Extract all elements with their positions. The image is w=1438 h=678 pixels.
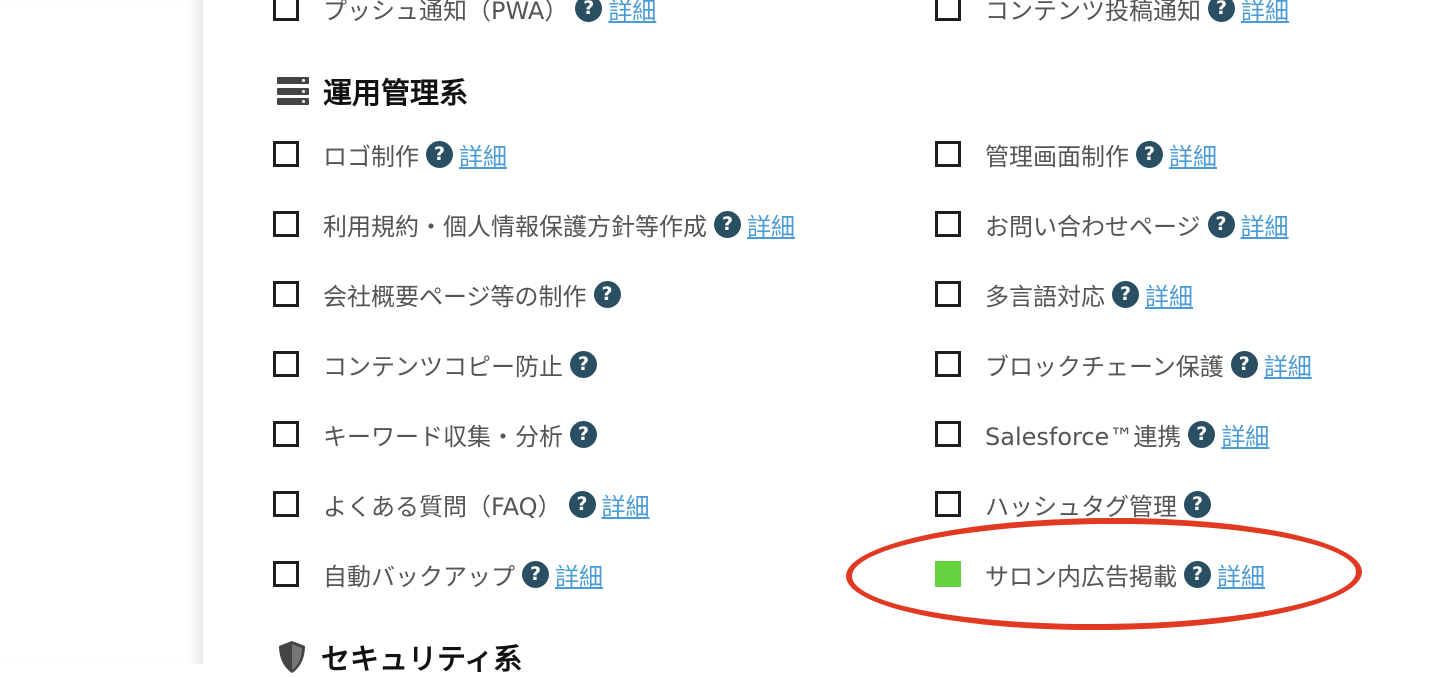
option-salon-ads[interactable]: サロン内広告掲載 ? 詳細: [935, 554, 1265, 594]
help-icon[interactable]: ?: [593, 280, 621, 308]
detail-link[interactable]: 詳細: [602, 487, 650, 522]
option-label: 管理画面制作: [985, 142, 1129, 171]
option-blockchain-protection[interactable]: ブロックチェーン保護 ? 詳細: [935, 344, 1312, 384]
option-label: Salesforce™連携: [985, 422, 1182, 451]
section-title: 運用管理系: [323, 76, 469, 110]
checkbox[interactable]: [273, 0, 299, 21]
server-icon: [277, 77, 309, 105]
option-contact-page[interactable]: お問い合わせページ ? 詳細: [935, 204, 1289, 244]
detail-link[interactable]: 詳細: [608, 0, 656, 26]
checkbox[interactable]: [273, 281, 299, 307]
checkbox[interactable]: [935, 211, 961, 237]
detail-link[interactable]: 詳細: [1217, 557, 1265, 592]
help-icon[interactable]: ?: [570, 350, 597, 378]
checkbox[interactable]: [273, 141, 299, 167]
help-icon[interactable]: ?: [714, 210, 741, 238]
option-label: 多言語対応: [985, 282, 1105, 311]
option-label: お問い合わせページ: [985, 212, 1201, 241]
option-label: コンテンツコピー防止: [323, 352, 563, 381]
detail-link[interactable]: 詳細: [459, 137, 507, 172]
checkbox[interactable]: [273, 561, 299, 587]
section-heading-security: セキュリティ系: [277, 636, 522, 678]
checkbox[interactable]: [935, 421, 961, 447]
section-heading-operations: 運用管理系: [277, 70, 468, 112]
option-auto-backup[interactable]: 自動バックアップ ? 詳細: [273, 554, 603, 594]
option-label: 利用規約・個人情報保護方針等作成: [323, 212, 707, 241]
option-faq[interactable]: よくある質問（FAQ） ? 詳細: [273, 484, 650, 524]
option-multilingual[interactable]: 多言語対応 ? 詳細: [935, 274, 1193, 314]
help-icon[interactable]: ?: [522, 560, 549, 588]
checkbox[interactable]: [273, 351, 299, 377]
option-copy-protection[interactable]: コンテンツコピー防止 ?: [273, 344, 597, 384]
help-icon[interactable]: ?: [1208, 0, 1235, 22]
option-terms-privacy[interactable]: 利用規約・個人情報保護方針等作成 ? 詳細: [273, 204, 795, 244]
help-icon[interactable]: ?: [426, 140, 453, 168]
option-hashtag-management[interactable]: ハッシュタグ管理 ?: [935, 484, 1211, 524]
option-label: サロン内広告掲載: [985, 562, 1177, 591]
help-icon[interactable]: ?: [570, 420, 597, 448]
checkbox[interactable]: [273, 491, 299, 517]
checkbox[interactable]: [935, 351, 961, 377]
option-keyword-analysis[interactable]: キーワード収集・分析 ?: [273, 414, 597, 454]
help-icon[interactable]: ?: [1184, 490, 1211, 518]
detail-link[interactable]: 詳細: [1221, 417, 1269, 452]
section-title: セキュリティ系: [321, 642, 523, 676]
help-icon[interactable]: ?: [1136, 140, 1163, 168]
help-icon[interactable]: ?: [1184, 560, 1211, 588]
checkbox[interactable]: [935, 0, 961, 21]
option-label: 会社概要ページ等の制作: [323, 282, 587, 311]
help-icon[interactable]: ?: [568, 490, 596, 518]
option-content-post-notification[interactable]: コンテンツ投稿通知 ? 詳細: [935, 0, 1289, 28]
detail-link[interactable]: 詳細: [1145, 277, 1193, 312]
option-admin-panel[interactable]: 管理画面制作 ? 詳細: [935, 134, 1217, 174]
checkbox-checked[interactable]: [935, 561, 961, 587]
option-label: 自動バックアップ: [323, 562, 515, 591]
left-gutter: [0, 0, 203, 664]
help-icon[interactable]: ?: [1207, 210, 1235, 238]
checkbox[interactable]: [273, 421, 299, 447]
option-salesforce[interactable]: Salesforce™連携 ? 詳細: [935, 414, 1269, 454]
checkbox[interactable]: [935, 281, 961, 307]
checkbox[interactable]: [935, 141, 961, 167]
help-icon[interactable]: ?: [1230, 350, 1258, 378]
option-label: コンテンツ投稿通知: [985, 0, 1201, 25]
option-company-page[interactable]: 会社概要ページ等の制作 ?: [273, 274, 621, 314]
option-label: ブロックチェーン保護: [985, 352, 1224, 381]
option-label: ハッシュタグ管理: [985, 492, 1177, 521]
checkbox[interactable]: [273, 211, 299, 237]
detail-link[interactable]: 詳細: [1241, 207, 1289, 242]
option-push-notification[interactable]: プッシュ通知（PWA） ? 詳細: [273, 0, 656, 28]
detail-link[interactable]: 詳細: [1264, 347, 1312, 382]
detail-link[interactable]: 詳細: [555, 557, 603, 592]
detail-link[interactable]: 詳細: [747, 207, 795, 242]
option-label: ロゴ制作: [323, 142, 419, 171]
shield-icon: [279, 641, 305, 673]
help-icon[interactable]: ?: [1112, 280, 1139, 308]
option-label: よくある質問（FAQ）: [323, 492, 562, 521]
option-label: プッシュ通知（PWA）: [323, 0, 569, 25]
help-icon[interactable]: ?: [1188, 420, 1216, 448]
detail-link[interactable]: 詳細: [1169, 137, 1217, 172]
option-logo[interactable]: ロゴ制作 ? 詳細: [273, 134, 507, 174]
help-icon[interactable]: ?: [575, 0, 603, 22]
detail-link[interactable]: 詳細: [1241, 0, 1289, 26]
checkbox[interactable]: [935, 491, 961, 517]
option-label: キーワード収集・分析: [323, 422, 563, 451]
